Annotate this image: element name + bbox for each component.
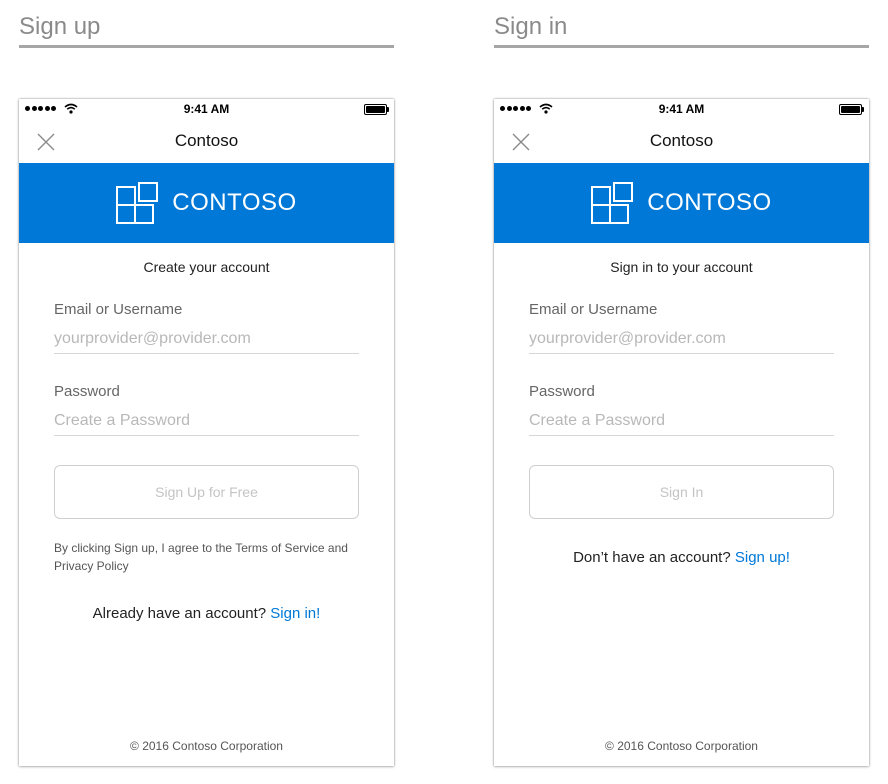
signup-button[interactable]: Sign Up for Free (54, 465, 359, 519)
signup-section-divider (19, 45, 394, 48)
signin-section-title: Sign in (494, 13, 568, 40)
status-time: 9:41 AM (658, 102, 705, 116)
signin-prompt-text: Already have an account? (92, 605, 267, 622)
signup-prompt: Don’t have an account? Sign up! (494, 549, 869, 566)
terms-text: By clicking Sign up, I agree to the Term… (54, 541, 348, 573)
signup-prompt-text: Don’t have an account? (573, 549, 731, 566)
signin-link[interactable]: Sign in! (270, 605, 320, 622)
brand-name: CONTOSO (172, 189, 297, 216)
brand-name: CONTOSO (647, 189, 772, 216)
brand-banner: CONTOSO (494, 163, 869, 243)
form-heading: Create your account (143, 259, 270, 275)
signin-phone-screen: 9:41 AM Contoso CONTOSO Sign in to your … (494, 99, 869, 766)
email-field[interactable] (529, 325, 834, 354)
email-field[interactable] (54, 325, 359, 354)
contoso-logo-icon (591, 182, 634, 224)
nav-bar: Contoso (494, 119, 869, 163)
email-label: Email or Username (529, 301, 658, 318)
email-label: Email or Username (54, 301, 183, 318)
copyright-footer: © 2016 Contoso Corporation (130, 739, 283, 753)
password-field[interactable] (54, 407, 359, 436)
brand-banner: CONTOSO (19, 163, 394, 243)
status-bar: 9:41 AM (494, 99, 869, 119)
nav-title: Contoso (649, 131, 714, 150)
form-heading: Sign in to your account (610, 259, 753, 275)
signup-section-title: Sign up (19, 13, 101, 40)
contoso-logo-icon (116, 182, 159, 224)
nav-title: Contoso (174, 131, 239, 150)
nav-bar: Contoso (19, 119, 394, 163)
battery-icon (839, 104, 864, 115)
password-label: Password (529, 383, 595, 400)
signin-button[interactable]: Sign In (529, 465, 834, 519)
password-field[interactable] (529, 407, 834, 436)
signup-phone-screen: 9:41 AM Contoso CONTOSO Create your acco… (19, 99, 394, 766)
password-label: Password (54, 383, 120, 400)
signup-link[interactable]: Sign up! (735, 549, 790, 566)
signin-prompt: Already have an account? Sign in! (19, 605, 394, 622)
signin-section-divider (494, 45, 869, 48)
status-bar: 9:41 AM (19, 99, 394, 119)
copyright-footer: © 2016 Contoso Corporation (605, 739, 758, 753)
battery-icon (364, 104, 389, 115)
status-time: 9:41 AM (183, 102, 230, 116)
